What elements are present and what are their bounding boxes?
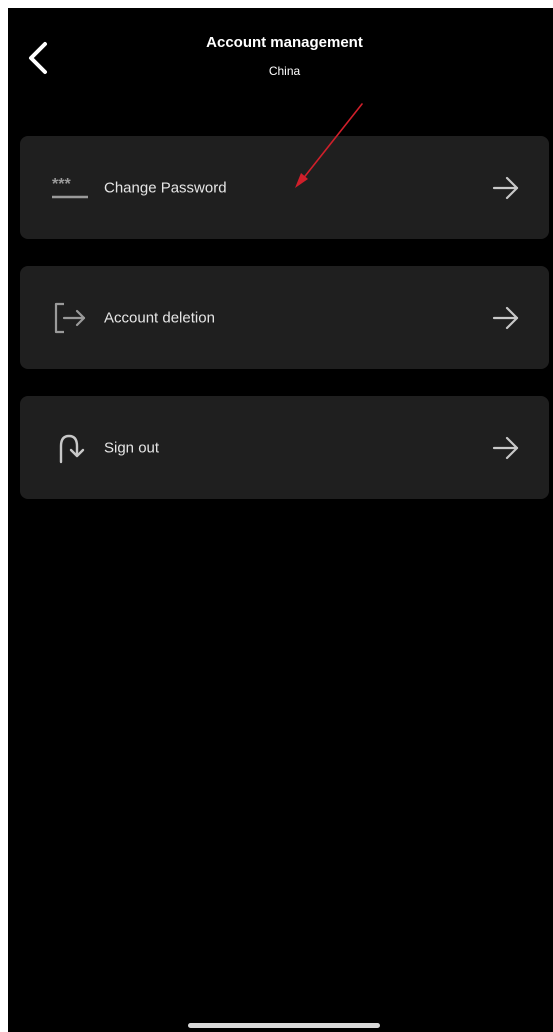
password-dots-icon: *** [50,171,90,205]
account-deletion-label: Account deletion [104,309,215,326]
change-password-item[interactable]: *** Change Password [20,136,549,239]
change-password-label: Change Password [104,179,227,196]
arrow-right-icon [489,173,523,203]
sign-out-label: Sign out [104,439,160,456]
home-indicator [188,1023,380,1028]
page-title: Account management [206,34,363,51]
svg-text:***: *** [52,176,71,193]
arrow-right-icon [489,433,523,463]
exit-bracket-icon [50,301,90,335]
arrow-right-icon [489,303,523,333]
page-subtitle: China [268,64,301,78]
turn-down-arrow-icon [50,431,90,465]
account-deletion-item[interactable]: Account deletion [20,266,549,369]
sign-out-item[interactable]: Sign out [20,396,549,499]
app-screen: Account management China *** Change Pass… [8,8,553,1032]
